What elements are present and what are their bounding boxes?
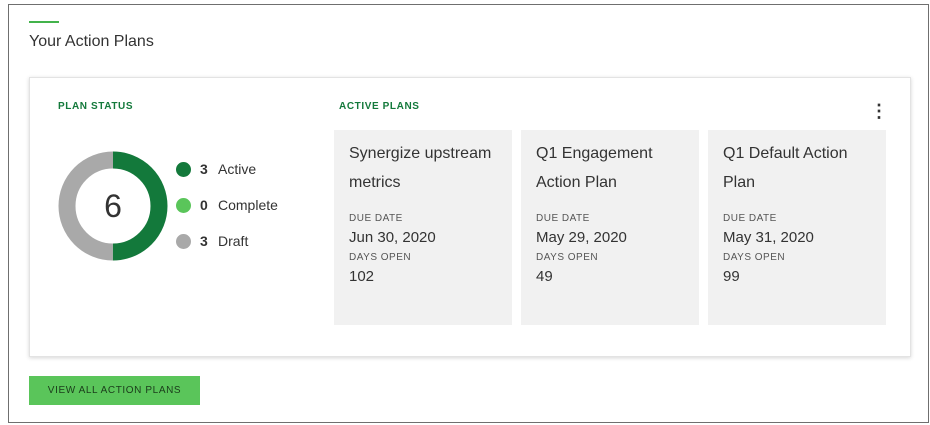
complete-status-dot-icon bbox=[176, 198, 191, 213]
due-date-label: DUE DATE bbox=[723, 213, 777, 224]
page-title: Your Action Plans bbox=[29, 33, 154, 50]
days-open-label: DAYS OPEN bbox=[536, 252, 599, 263]
due-date-value: Jun 30, 2020 bbox=[349, 229, 436, 246]
plan-name: Q1 Default Action Plan bbox=[723, 145, 848, 191]
due-date-label: DUE DATE bbox=[349, 213, 403, 224]
legend-label: Complete bbox=[218, 197, 278, 213]
action-plan-tile[interactable]: Synergize upstream metrics DUE DATE Jun … bbox=[334, 130, 512, 325]
action-plans-panel: Your Action Plans PLAN STATUS ACTIVE PLA… bbox=[8, 4, 929, 423]
days-open-value: 102 bbox=[349, 268, 375, 285]
legend-label: Active bbox=[218, 161, 257, 177]
days-open-value: 49 bbox=[536, 268, 553, 285]
action-plan-tile[interactable]: Q1 Engagement Action Plan DUE DATE May 2… bbox=[521, 130, 699, 325]
active-plans-label: ACTIVE PLANS bbox=[339, 101, 420, 112]
more-vertical-icon[interactable]: ⋮ bbox=[868, 100, 890, 122]
title-accent-bar bbox=[29, 21, 59, 23]
due-date-label: DUE DATE bbox=[536, 213, 590, 224]
legend-label: Draft bbox=[218, 233, 249, 249]
days-open-label: DAYS OPEN bbox=[349, 252, 412, 263]
due-date-value: May 31, 2020 bbox=[723, 229, 814, 246]
action-plan-tile[interactable]: Q1 Default Action Plan DUE DATE May 31, … bbox=[708, 130, 886, 325]
plan-total-count: 6 bbox=[104, 188, 122, 224]
action-plans-card: PLAN STATUS ACTIVE PLANS ⋮ 6 3 Active 0 … bbox=[29, 77, 911, 357]
due-date-value: May 29, 2020 bbox=[536, 229, 627, 246]
legend-count: 3 bbox=[200, 161, 208, 177]
days-open-value: 99 bbox=[723, 268, 740, 285]
legend-count: 3 bbox=[200, 233, 208, 249]
plan-name: Synergize upstream metrics bbox=[349, 145, 492, 191]
plan-status-label: PLAN STATUS bbox=[58, 101, 134, 112]
active-status-dot-icon bbox=[176, 162, 191, 177]
draft-status-dot-icon bbox=[176, 234, 191, 249]
legend-count: 0 bbox=[200, 197, 208, 213]
plan-name: Q1 Engagement Action Plan bbox=[536, 145, 653, 191]
view-all-action-plans-button[interactable]: VIEW ALL ACTION PLANS bbox=[29, 376, 200, 405]
days-open-label: DAYS OPEN bbox=[723, 252, 786, 263]
